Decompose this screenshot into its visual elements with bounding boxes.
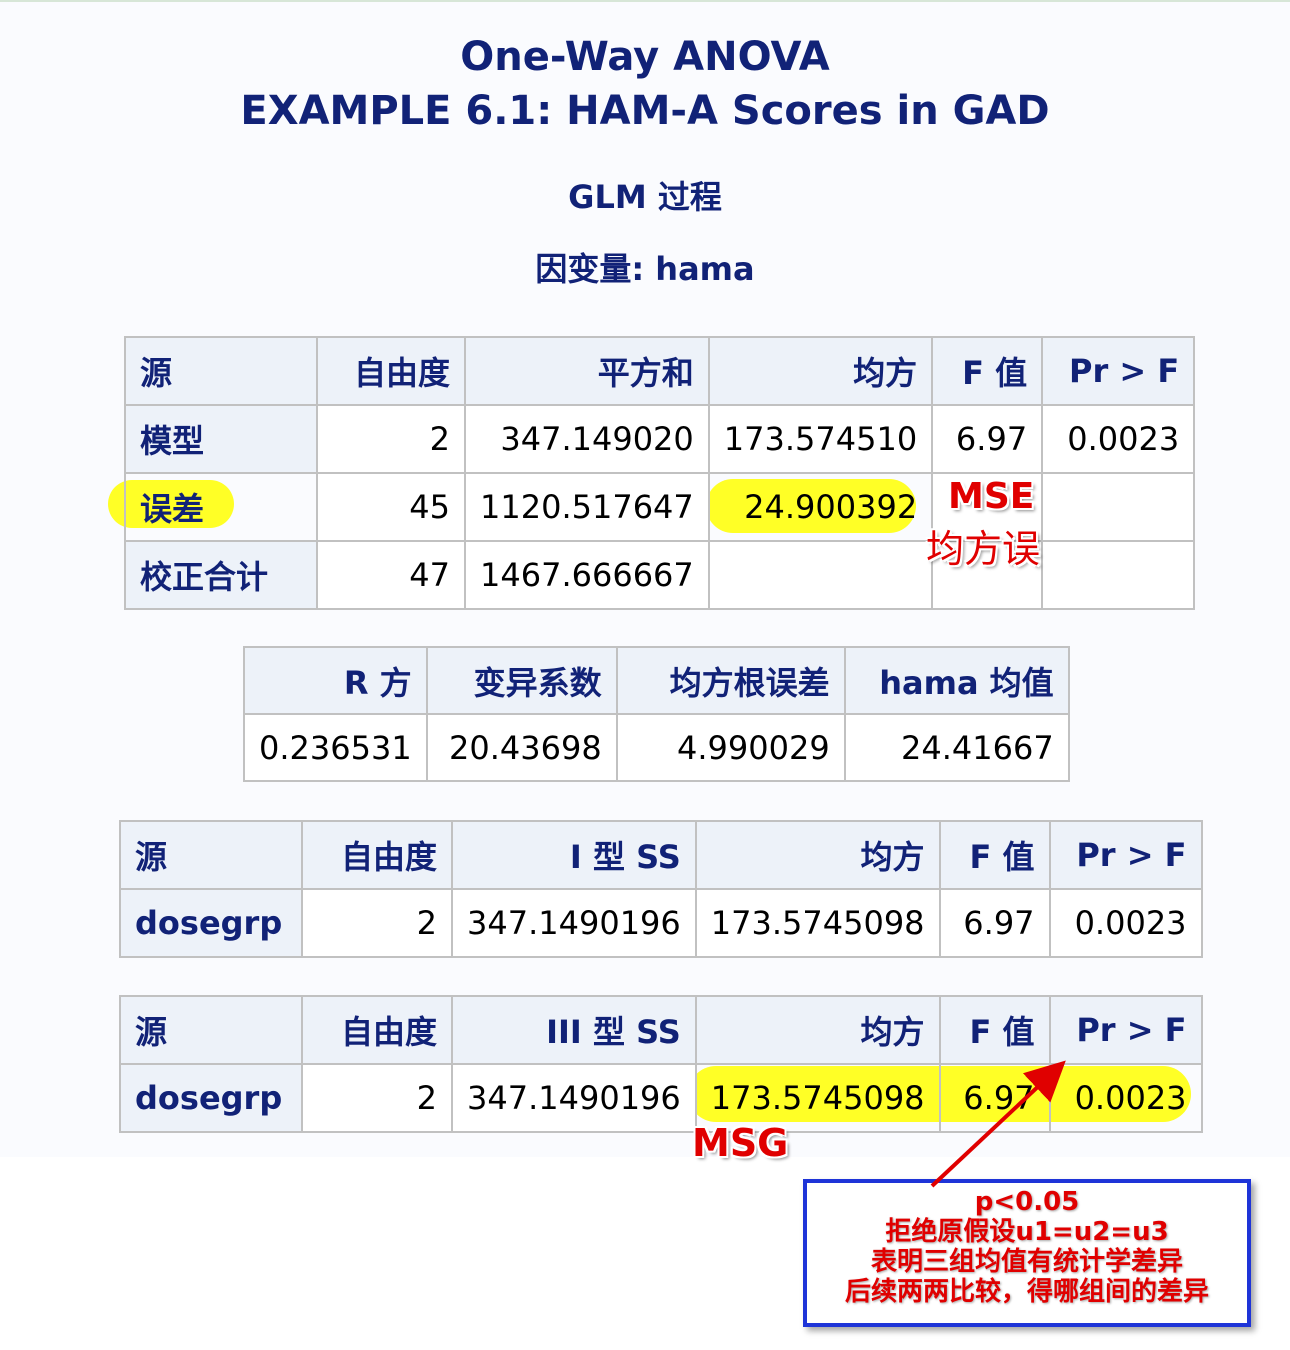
arrow-icon [930, 1060, 1066, 1188]
